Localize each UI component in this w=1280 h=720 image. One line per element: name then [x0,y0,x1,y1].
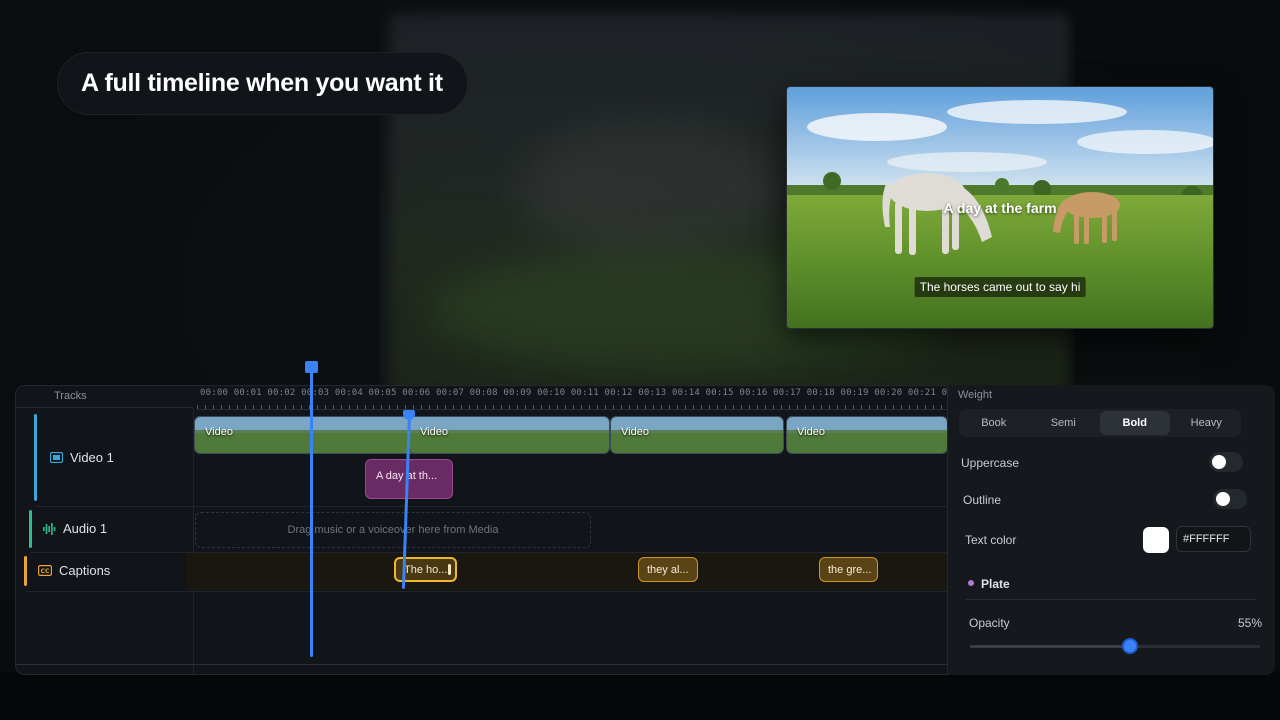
weight-option-heavy[interactable]: Heavy [1172,409,1242,437]
video-track-color-bar [34,414,37,501]
toggle-knob [1216,492,1230,506]
track-captions[interactable]: CC Captions [38,563,110,578]
video-preview[interactable]: A day at the farm The horses came out to… [786,86,1214,329]
plate-divider [966,599,1256,600]
uppercase-label: Uppercase [961,456,1020,470]
preview-caption-overlay: The horses came out to say hi [914,277,1086,297]
track-captions-label: Captions [59,563,111,578]
audio-track-color-bar [29,510,32,548]
toggle-knob [1212,455,1226,469]
video-clip[interactable]: Video [409,416,610,454]
tracks-header: Tracks [16,386,193,408]
caption-clip[interactable]: the gre... [819,557,878,582]
caption-clip-label: the gre... [828,563,872,576]
weight-option-semi[interactable]: Semi [1029,409,1099,437]
opacity-value: 55% [1238,616,1263,630]
outline-label: Outline [963,493,1002,507]
waveform-icon [43,522,56,535]
track-video-1[interactable]: Video 1 [50,450,114,465]
video-clip-label: Video [797,426,825,438]
weight-label: Weight [958,389,993,401]
caption-clip[interactable]: they al... [638,557,698,582]
captions-track-color-bar [24,556,27,586]
row-divider [16,664,961,665]
text-color-swatch[interactable] [1143,527,1169,553]
opacity-slider[interactable] [970,638,1260,654]
caption-clip-label: they al... [647,563,689,576]
opacity-slider-thumb[interactable] [1122,638,1138,654]
tracks-header-label: Tracks [54,390,87,402]
row-divider [26,591,966,592]
text-color-hex-input[interactable]: #FFFFFF [1176,526,1251,552]
weight-segmented-control: Book Semi Bold Heavy [959,409,1241,437]
outline-toggle[interactable] [1213,489,1247,509]
video-clip[interactable]: Video [786,416,948,454]
cc-icon: CC [38,565,52,576]
video-clip[interactable]: Video [610,416,784,454]
row-divider [36,506,966,507]
uppercase-toggle[interactable] [1209,452,1243,472]
weight-option-bold[interactable]: Bold [1100,411,1170,435]
svg-text:CC: CC [41,568,50,575]
opacity-label: Opacity [969,616,1010,630]
video-clip-label: Video [420,426,448,438]
track-audio-1[interactable]: Audio 1 [43,521,107,536]
plate-section-label[interactable]: Plate [981,577,1010,591]
text-color-label: Text color [965,533,1017,547]
track-audio-1-label: Audio 1 [63,521,108,536]
audio-drop-zone[interactable]: Drag music or a voiceover here from Medi… [195,512,591,548]
caption-trim-handle[interactable] [448,564,451,575]
video-clip-label: Video [621,426,649,438]
preview-title-overlay: A day at the farm [943,200,1057,216]
headline-pill: A full timeline when you want it [57,52,468,115]
properties-panel: Weight Book Semi Bold Heavy Uppercase Ou… [947,385,1275,675]
film-icon [50,452,63,463]
opacity-slider-fill [970,645,1130,648]
background-bottom-bar [0,672,1280,720]
video-clip-label: Video [205,426,233,438]
track-video-1-label: Video 1 [70,450,114,465]
background-blob [520,120,780,260]
weight-option-book[interactable]: Book [959,409,1029,437]
main-playhead[interactable] [310,370,313,657]
caption-clip-label: The ho... [404,563,448,576]
plate-dot-icon [968,580,974,586]
main-playhead-knob[interactable] [305,361,318,373]
